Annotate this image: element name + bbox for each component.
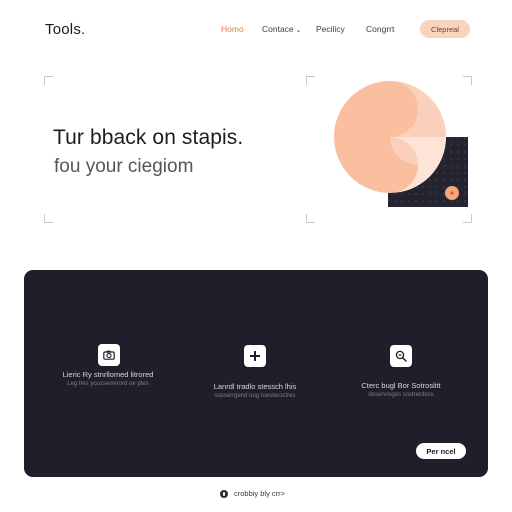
feature-title: Cterc bugl Bor Sotroslitt — [361, 381, 441, 390]
header-cta-label: Clepreal — [431, 24, 459, 34]
frame-corner — [306, 214, 315, 223]
nav-policy[interactable]: Pecilicy — [316, 24, 345, 34]
chevron-down-icon: ⌄ — [295, 27, 302, 34]
nav-home[interactable]: Homo — [221, 24, 244, 34]
nav-contact-us[interactable]: Congrrt — [366, 24, 394, 34]
nav-contact-label: Contace — [262, 24, 294, 34]
camera-icon — [98, 344, 120, 366]
info-icon — [220, 489, 228, 498]
hero-subtitle: fou your ciegiom — [54, 156, 194, 177]
feature-description: sosserrgend oug toesteroctres — [214, 393, 296, 399]
footer-text: crobbiy bly crr> — [234, 489, 286, 498]
hero-illustration-svg — [334, 81, 468, 207]
header-cta-button[interactable]: Clepreal — [420, 20, 470, 38]
frame-corner — [44, 214, 53, 223]
nav-contact[interactable]: Contace ⌄ — [262, 24, 302, 34]
frame-corner — [44, 76, 53, 85]
logo[interactable]: Tools. — [45, 21, 85, 38]
feature-description: Leg hes yousserrerord oe ptes — [67, 381, 149, 387]
hero-illustration — [330, 80, 475, 215]
frame-corner — [306, 76, 315, 85]
panel-cta-label: Per ncel — [426, 446, 456, 456]
feature-description: deserv/oges sostrerdess — [368, 392, 434, 398]
plus-icon — [244, 345, 266, 367]
panel-cta-button[interactable]: Per ncel — [416, 443, 466, 459]
search-icon — [390, 345, 412, 367]
feature-title: Lieric Ry stnrllomed litrored — [62, 370, 154, 379]
hero-title: Tur bback on stapis. — [53, 126, 244, 149]
feature-title: Lanrdl tradlo stessch lhis — [213, 382, 297, 391]
footer[interactable]: crobbiy bly crr> — [220, 489, 285, 498]
frame-corner — [463, 214, 472, 223]
